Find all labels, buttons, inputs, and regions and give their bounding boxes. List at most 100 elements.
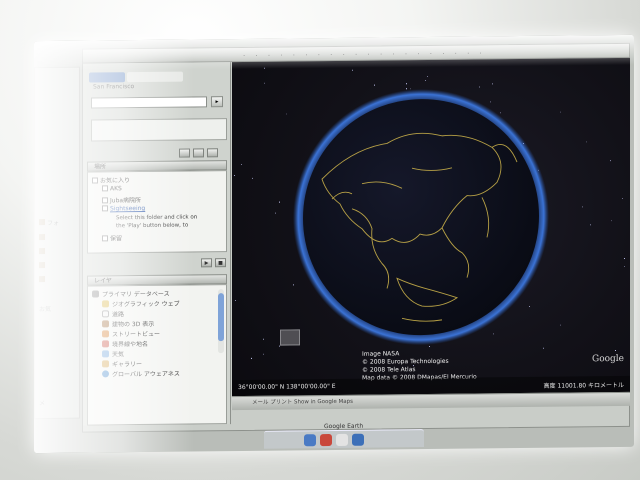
app-icon[interactable] — [336, 433, 348, 446]
borders-icon — [102, 340, 109, 348]
layers-scrollbar[interactable] — [218, 289, 224, 354]
stub-row: メ — [39, 400, 46, 408]
search-results — [91, 118, 227, 142]
layer-item[interactable]: 建物の 3D 表示 — [102, 319, 154, 329]
star — [429, 345, 430, 348]
star — [624, 257, 625, 259]
results-button[interactable] — [207, 148, 218, 158]
layer-item[interactable]: プライマリ データベース — [92, 289, 170, 299]
star — [275, 212, 276, 214]
star — [624, 265, 625, 267]
star — [263, 353, 264, 355]
star — [543, 347, 544, 349]
places-panel: お気に入り AKS Juba病院所 Sightseeing Select thi… — [87, 170, 227, 254]
star — [586, 141, 587, 143]
search-example-label: San Francisco — [93, 83, 135, 91]
sidebar: San Francisco ▸ 場所 お気に入り AKS Juba病院所 Sig… — [83, 62, 231, 426]
stub-row: フォ — [39, 218, 59, 227]
checkbox[interactable] — [102, 185, 108, 192]
checkbox[interactable] — [102, 235, 108, 242]
dock-app-label: Google Earth — [324, 422, 364, 431]
gallery-icon — [102, 360, 109, 368]
results-button[interactable] — [179, 148, 190, 158]
layer-item[interactable]: 境界線や地名 — [102, 339, 148, 348]
stub-row — [39, 262, 47, 270]
roads-icon — [102, 310, 109, 318]
globe-icon — [102, 370, 109, 378]
star — [374, 84, 375, 86]
star — [286, 113, 287, 115]
star — [615, 350, 616, 352]
layer-item[interactable]: ギャラリー — [102, 359, 142, 368]
star — [611, 220, 612, 222]
search-button[interactable]: ▸ — [211, 96, 223, 108]
street-view-icon — [102, 330, 109, 338]
star — [252, 177, 253, 179]
tree-item-temporary[interactable]: 保留 — [102, 233, 122, 242]
folder-icon — [39, 276, 45, 283]
tab-fly-to[interactable] — [89, 72, 125, 83]
star — [264, 82, 265, 84]
layer-item[interactable]: 天気 — [102, 349, 124, 358]
stub-row — [39, 248, 47, 256]
stub-row — [39, 276, 47, 284]
star — [279, 201, 280, 203]
finder-icon[interactable] — [304, 434, 316, 447]
tree-item-favorites[interactable]: お気に入り — [92, 175, 130, 184]
star — [264, 67, 265, 69]
layer-item[interactable]: グローバル アウェアネス — [102, 369, 180, 379]
tab-find-business[interactable] — [127, 71, 183, 83]
star — [610, 160, 611, 162]
star — [427, 76, 428, 78]
layer-item[interactable]: ストリートビュー — [102, 329, 160, 339]
folder-icon — [39, 234, 45, 241]
database-icon — [92, 290, 99, 298]
tree-item-sightseeing[interactable]: Sightseeing — [102, 205, 145, 212]
folder-icon — [39, 248, 45, 255]
layers-panel: プライマリ データベース ジオグラフィック ウェブ 道路 建物の 3D 表示 ス… — [87, 284, 227, 426]
map-view[interactable]: Image NASA © 2008 Europa Technologies © … — [232, 57, 630, 397]
layer-item[interactable]: ジオグラフィック ウェブ — [102, 299, 180, 309]
star — [279, 345, 280, 347]
dock: Google Earth — [264, 423, 424, 449]
bottom-toolbar[interactable]: メール プリント Show in Google Maps — [232, 391, 630, 411]
tree-item-juba[interactable]: Juba病院所 — [102, 195, 141, 204]
star — [251, 357, 252, 359]
stub-row — [39, 234, 47, 242]
folder-icon — [39, 219, 45, 226]
scrollbar-thumb[interactable] — [218, 293, 224, 342]
search-tabs — [89, 67, 185, 83]
earth-globe[interactable] — [292, 87, 550, 348]
star — [622, 197, 623, 199]
screen: フォ お気 メ · · · · · · · · · · · · · · · · … — [34, 34, 634, 454]
coordinates-readout: 36°00'00.00" N 138°00'00.00" E — [238, 382, 336, 392]
sightseeing-note: Select this folder and click on — [116, 214, 198, 222]
altitude-readout: 高度 11001.80 キロメートル — [543, 381, 624, 390]
star — [263, 338, 264, 340]
search-input[interactable] — [91, 96, 207, 109]
google-earth-window: · · · · · · · · · · · · · · · · · · · · … — [82, 42, 630, 433]
navigation-control[interactable] — [280, 329, 300, 346]
layer-item[interactable]: 道路 — [102, 309, 124, 318]
app-icon[interactable] — [352, 433, 364, 446]
google-logo: Google — [592, 353, 624, 365]
star — [560, 111, 561, 113]
building-icon — [102, 320, 109, 328]
sightseeing-note: the 'Play' button below, to — [116, 222, 189, 230]
star — [582, 206, 583, 208]
star — [425, 80, 426, 82]
toolbar: · · · · · · · · · · · · · · · · · · · · — [243, 49, 486, 60]
checkbox[interactable] — [102, 197, 108, 204]
stop-tour-button[interactable]: ■ — [215, 258, 226, 268]
background-window: フォ お気 メ — [34, 66, 80, 420]
results-button[interactable] — [193, 148, 204, 158]
play-tour-button[interactable]: ▶ — [201, 258, 212, 268]
app-icon[interactable] — [320, 434, 332, 447]
checkbox[interactable] — [102, 205, 108, 212]
tree-item-aks[interactable]: AKS — [102, 185, 122, 192]
checkbox[interactable] — [92, 177, 98, 184]
weather-icon — [102, 350, 109, 358]
star-icon — [102, 300, 109, 308]
star — [406, 83, 407, 85]
star — [560, 324, 561, 326]
